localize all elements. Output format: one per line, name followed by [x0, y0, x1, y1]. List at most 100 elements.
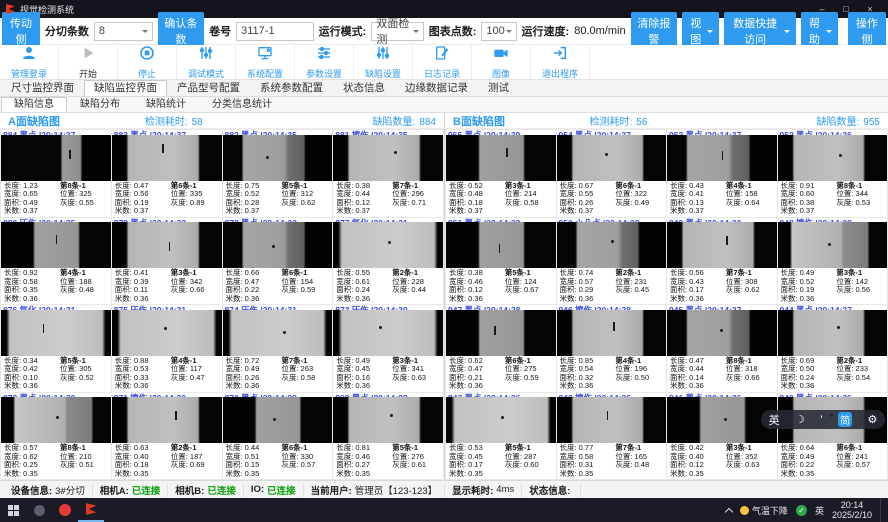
defect-image[interactable] [778, 222, 888, 268]
defect-image[interactable] [333, 397, 443, 443]
defect-cell[interactable]: 945 黑点 |20:14:27长度: 0.47宽度: 0.44面积: 0.14… [667, 305, 777, 392]
tab-5[interactable]: 边缘数据记录 [395, 80, 478, 96]
defect-cell[interactable]: 946 擦伤 |20:14:28长度: 0.85宽度: 0.54面积: 0.32… [557, 305, 667, 392]
show-desktop-button[interactable] [880, 498, 884, 522]
defect-cell[interactable]: 955 黑点 |20:14:39长度: 0.52宽度: 0.48面积: 0.18… [446, 130, 556, 217]
defect-cell[interactable]: 873 压伤 |20:14:30长度: 0.49宽度: 0.45面积: 0.16… [333, 305, 443, 392]
defect-image[interactable] [446, 222, 556, 268]
defect-image[interactable] [112, 397, 222, 443]
defect-cell[interactable]: 881 擦伤 |20:14:35长度: 0.38宽度: 0.44面积: 0.12… [333, 130, 443, 217]
defect-cell[interactable]: 940 黑点 |20:14:26长度: 0.64宽度: 0.49面积: 0.22… [778, 393, 888, 480]
defect-cell[interactable]: 874 压伤 |20:14:31长度: 0.72宽度: 0.49面积: 0.26… [223, 305, 333, 392]
subtab-1[interactable]: 缺陷分布 [67, 97, 133, 112]
defect-image[interactable] [223, 397, 333, 443]
taskbar-app-2[interactable] [52, 498, 78, 522]
defect-cell[interactable]: 876 氧化 |20:14:31长度: 0.34宽度: 0.42面积: 0.10… [1, 305, 111, 392]
defect-cell[interactable]: 878 黑点 |20:14:32长度: 0.66宽度: 0.47面积: 0.22… [223, 218, 333, 305]
defect-cell[interactable]: 950 小凸点 |20:14:32长度: 0.74宽度: 0.57面积: 0.2… [557, 218, 667, 305]
defect-image[interactable] [778, 310, 888, 356]
defect-cell[interactable]: 884 黑点 |20:14:37长度: 1.23宽度: 0.65面积: 0.49… [1, 130, 111, 217]
start-menu-button[interactable] [0, 498, 26, 522]
defect-image[interactable] [1, 222, 111, 268]
defect-cell[interactable]: 954 黑点 |20:14:37长度: 0.67宽度: 0.55面积: 0.26… [557, 130, 667, 217]
defect-image[interactable] [1, 310, 111, 356]
defect-cell[interactable]: 882 黑点 |20:14:35长度: 0.75宽度: 0.52面积: 0.28… [223, 130, 333, 217]
chart-points-select[interactable]: 100 [481, 22, 516, 41]
defect-image[interactable] [333, 222, 443, 268]
subtab-2[interactable]: 缺陷统计 [133, 97, 199, 112]
defect-cell[interactable]: 952 黑点 |20:14:36长度: 0.91宽度: 0.60面积: 0.38… [778, 130, 888, 217]
defect-image[interactable] [446, 310, 556, 356]
run-mode-select[interactable]: 双面检测 [371, 22, 423, 41]
defect-image[interactable] [667, 222, 777, 268]
defect-image[interactable] [112, 310, 222, 356]
defect-image[interactable] [1, 397, 111, 443]
antivirus-check-icon[interactable] [796, 505, 807, 516]
taskbar-clock[interactable]: 20:142025/2/10 [832, 500, 872, 520]
tab-1[interactable]: 缺陷监控界面 [84, 80, 167, 96]
subtab-0[interactable]: 缺陷信息 [1, 97, 67, 112]
slit-count-select[interactable]: 8 [94, 22, 153, 41]
defect-image[interactable] [223, 310, 333, 356]
defect-cell[interactable]: 869 黑点 |20:14:28长度: 0.81宽度: 0.46面积: 0.27… [333, 393, 443, 480]
defect-image[interactable] [667, 310, 777, 356]
log-button[interactable]: 日志记录 [413, 45, 472, 79]
stop-button[interactable]: 停止 [118, 45, 177, 79]
taskbar-app-inspection[interactable] [78, 498, 104, 522]
defect-image[interactable] [557, 397, 667, 443]
taskbar-app-1[interactable] [26, 498, 52, 522]
login-button[interactable]: 管理登录 [0, 45, 59, 79]
roll-number-input[interactable]: 3117-1 [236, 22, 314, 41]
defect-cell[interactable]: 953 黑点 |20:14:37长度: 0.43宽度: 0.41面积: 0.13… [667, 130, 777, 217]
exit-button[interactable]: 退出程序 [531, 45, 590, 79]
tab-2[interactable]: 产品型号配置 [167, 80, 250, 96]
defect-image[interactable] [557, 222, 667, 268]
defect-image[interactable] [557, 310, 667, 356]
start-button[interactable]: 开始 [59, 45, 118, 79]
system-config-button[interactable]: 系统配置 [236, 45, 295, 79]
gear-icon[interactable]: ⚙ [867, 413, 877, 426]
param-settings-button[interactable]: 参数设置 [295, 45, 354, 79]
defect-cell[interactable]: 942 擦伤 |20:14:26长度: 0.77宽度: 0.58面积: 0.31… [557, 393, 667, 480]
tab-6[interactable]: 测试 [478, 80, 519, 96]
defect-image[interactable] [778, 135, 888, 181]
defect-cell[interactable]: 941 黑点 |20:14:26长度: 0.42宽度: 0.40面积: 0.12… [667, 393, 777, 480]
tab-0[interactable]: 尺寸监控界面 [1, 80, 84, 96]
subtab-3[interactable]: 分类信息统计 [199, 97, 285, 112]
weather-widget[interactable]: 气温下降 [740, 504, 788, 517]
defect-image[interactable] [112, 222, 222, 268]
image-button[interactable]: 图像 [472, 45, 531, 79]
ime-toolbar[interactable]: 英 ☽ ’ 简 ⚙ [761, 410, 885, 429]
defect-cell[interactable]: 870 黑点 |20:14:28长度: 0.44宽度: 0.51面积: 0.15… [223, 393, 333, 480]
tab-4[interactable]: 状态信息 [333, 80, 395, 96]
defect-image[interactable] [112, 135, 222, 181]
ime-english-toggle[interactable]: 英 [769, 412, 780, 428]
defect-cell[interactable]: 944 黑点 |20:14:27长度: 0.69宽度: 0.50面积: 0.24… [778, 305, 888, 392]
defect-image[interactable] [557, 135, 667, 181]
moon-icon[interactable]: ☽ [795, 413, 805, 426]
tray-expand-icon[interactable] [725, 507, 733, 515]
defect-cell[interactable]: 943 黑点 |20:14:26长度: 0.53宽度: 0.45面积: 0.17… [446, 393, 556, 480]
defect-cell[interactable]: 951 黑点 |20:14:32长度: 0.38宽度: 0.46面积: 0.12… [446, 218, 556, 305]
ime-simplified-toggle[interactable]: 简 [838, 412, 852, 427]
defect-image[interactable] [667, 135, 777, 181]
defect-cell[interactable]: 877 氧化 |20:14:31长度: 0.55宽度: 0.61面积: 0.24… [333, 218, 443, 305]
defect-cell[interactable]: 883 黑点 |20:14:37长度: 0.47宽度: 0.56面积: 0.19… [112, 130, 222, 217]
defect-image[interactable] [223, 135, 333, 181]
defect-image[interactable] [446, 397, 556, 443]
defect-image[interactable] [333, 310, 443, 356]
defect-cell[interactable]: 947 黑点 |20:14:28长度: 0.62宽度: 0.47面积: 0.21… [446, 305, 556, 392]
defect-settings-button[interactable]: 缺陷设置 [354, 45, 413, 79]
tab-3[interactable]: 系统参数配置 [250, 80, 333, 96]
defect-cell[interactable]: 879 黑点 |20:14:33长度: 0.41宽度: 0.39面积: 0.11… [112, 218, 222, 305]
defect-cell[interactable]: 880 压伤 |20:14:35长度: 0.92宽度: 0.58面积: 0.35… [1, 218, 111, 305]
language-indicator[interactable]: 英 [815, 504, 824, 517]
defect-image[interactable] [223, 222, 333, 268]
defect-cell[interactable]: 949 黑点 |20:14:30长度: 0.56宽度: 0.43面积: 0.17… [667, 218, 777, 305]
defect-cell[interactable]: 875 压伤 |20:14:31长度: 0.88宽度: 0.53面积: 0.33… [112, 305, 222, 392]
defect-cell[interactable]: 948 擦伤 |20:14:28长度: 0.49宽度: 0.52面积: 0.19… [778, 218, 888, 305]
debug-mode-button[interactable]: 调试模式 [177, 45, 236, 79]
defect-cell[interactable]: 871 擦伤 |20:14:30长度: 0.63宽度: 0.40面积: 0.18… [112, 393, 222, 480]
defect-image[interactable] [333, 135, 443, 181]
defect-cell[interactable]: 872 黑点 |20:14:30长度: 0.57宽度: 0.62面积: 0.25… [1, 393, 111, 480]
